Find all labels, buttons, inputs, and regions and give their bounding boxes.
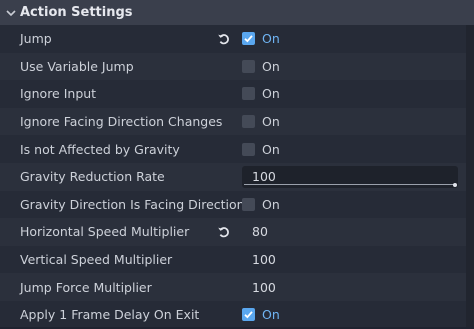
checkbox[interactable] — [242, 197, 255, 211]
scrollbar[interactable] — [466, 25, 474, 327]
property-value: On — [242, 25, 460, 53]
slider-field[interactable]: 100 — [242, 165, 458, 188]
checkbox-label[interactable]: On — [262, 197, 280, 212]
property-label: Apply 1 Frame Delay On Exit — [20, 307, 200, 323]
slider-value: 100 — [252, 169, 276, 185]
property-row-gravity-direction-is-facing-direction: Gravity Direction Is Facing Direction On — [0, 191, 466, 219]
section-title: Action Settings — [20, 5, 133, 20]
property-label: Gravity Direction Is Facing Direction — [20, 196, 245, 212]
property-row-vertical-speed-multiplier: Vertical Speed Multiplier 100 — [0, 246, 466, 274]
number-field[interactable]: 100 — [242, 276, 458, 298]
number-value[interactable]: 100 — [252, 252, 276, 267]
property-label: Use Variable Jump — [20, 58, 134, 74]
checkmark-icon — [244, 35, 253, 43]
property-row-jump-force-multiplier: Jump Force Multiplier 100 — [0, 273, 466, 301]
number-field[interactable]: 80 — [242, 221, 458, 243]
revert-icon[interactable] — [217, 32, 231, 46]
property-label: Jump — [20, 31, 52, 47]
property-value: On — [242, 135, 460, 163]
checkbox-label[interactable]: On — [262, 307, 280, 322]
property-row-ignore-input: Ignore Input On — [0, 80, 466, 108]
number-value[interactable]: 80 — [252, 224, 268, 239]
checkbox-label[interactable]: On — [262, 114, 280, 129]
section-header[interactable]: Action Settings — [0, 0, 474, 25]
property-label: Is not Affected by Gravity — [20, 141, 180, 157]
slider-track[interactable] — [244, 183, 455, 185]
checkmark-icon — [244, 311, 253, 319]
checkbox-label[interactable]: On — [262, 31, 280, 46]
property-row-gravity-reduction-rate: Gravity Reduction Rate 100 — [0, 162, 466, 191]
property-value: On — [242, 53, 460, 81]
property-value: On — [242, 80, 460, 108]
slider-handle[interactable] — [453, 182, 457, 187]
property-value: On — [242, 108, 460, 136]
checkbox-label[interactable]: On — [262, 59, 280, 74]
property-value: On — [242, 301, 460, 329]
number-field[interactable]: 100 — [242, 249, 458, 271]
property-value: 100 — [242, 273, 460, 301]
checkbox[interactable] — [242, 115, 255, 129]
checkbox[interactable] — [242, 142, 255, 156]
property-label: Vertical Speed Multiplier — [20, 252, 173, 268]
property-row-is-not-affected-by-gravity: Is not Affected by Gravity On — [0, 135, 466, 163]
property-label: Horizontal Speed Multiplier — [20, 224, 190, 240]
property-label: Gravity Reduction Rate — [20, 169, 165, 185]
property-label: Jump Force Multiplier — [20, 279, 152, 295]
chevron-down-icon[interactable] — [5, 7, 17, 19]
property-row-use-variable-jump: Use Variable Jump On — [0, 52, 466, 81]
property-value: On — [242, 191, 460, 219]
property-value: 100 — [242, 163, 460, 191]
checkbox[interactable] — [242, 59, 255, 73]
checkbox-label[interactable]: On — [262, 142, 280, 157]
checkbox[interactable] — [242, 32, 255, 46]
revert-icon[interactable] — [217, 225, 231, 239]
property-label: Ignore Input — [20, 86, 97, 102]
property-row-ignore-facing-direction-changes: Ignore Facing Direction Changes On — [0, 107, 466, 136]
checkbox-label[interactable]: On — [262, 86, 280, 101]
property-label: Ignore Facing Direction Changes — [20, 114, 223, 130]
property-row-jump: Jump On — [0, 25, 466, 53]
property-value: 80 — [242, 218, 460, 246]
checkbox[interactable] — [242, 87, 255, 101]
property-list: Jump On Use Variable Jump On Ignore Input On I… — [0, 25, 466, 329]
checkbox[interactable] — [242, 308, 255, 322]
number-value[interactable]: 100 — [252, 280, 276, 295]
property-row-horizontal-speed-multiplier: Horizontal Speed Multiplier 80 — [0, 218, 466, 246]
property-row-apply-1-frame-delay-on-exit: Apply 1 Frame Delay On Exit On — [0, 301, 466, 329]
inspector-panel: Action Settings Jump On Use Variable Jump O… — [0, 0, 474, 327]
property-value: 100 — [242, 246, 460, 274]
